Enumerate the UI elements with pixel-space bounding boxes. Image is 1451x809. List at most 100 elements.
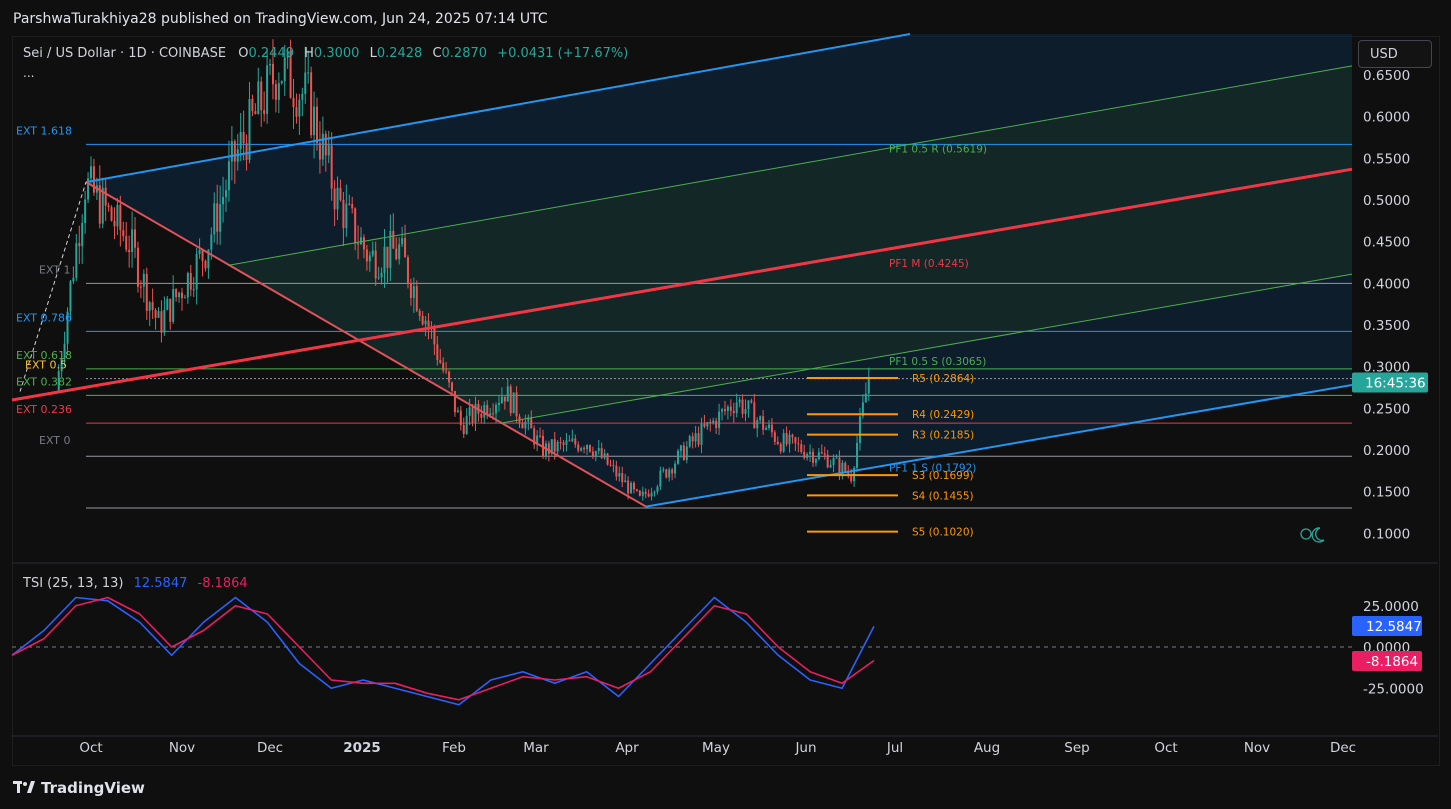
open-label: O	[238, 46, 249, 61]
candle-body	[374, 250, 377, 279]
candle-body	[509, 386, 512, 414]
candle-body	[92, 166, 95, 193]
candle-body	[659, 470, 662, 487]
candle-body	[858, 416, 861, 443]
candle-body	[368, 255, 371, 262]
candle-body	[782, 433, 785, 452]
candle-body	[386, 246, 389, 268]
candle-body	[694, 433, 697, 442]
candle-body	[794, 437, 797, 444]
candle-body	[201, 250, 204, 261]
time-tick-label: Oct	[79, 740, 102, 756]
chart-canvas[interactable]: EXT 1.618EXT 1EXT 0.786EXT 0.618EXT 0.5E…	[0, 0, 1451, 809]
low-value: 0.2428	[376, 46, 423, 61]
candle-body	[591, 451, 594, 457]
pivot-level-label: S5 (0.1020)	[912, 527, 974, 539]
candle-body	[271, 63, 274, 85]
candle-body	[131, 229, 134, 252]
candle-body	[539, 435, 542, 437]
candle-body	[867, 378, 870, 394]
candle-body	[125, 236, 128, 250]
tsi-tick-label: -25.0000	[1363, 681, 1424, 697]
close-label: C	[432, 46, 442, 61]
candle-body	[465, 415, 468, 435]
candle-body	[283, 57, 286, 82]
candle-body	[298, 99, 301, 117]
candle-body	[339, 187, 342, 200]
time-tick-label: Jun	[794, 740, 816, 756]
candle-body	[503, 396, 506, 402]
candle-body	[735, 402, 738, 414]
low-label: L	[369, 46, 377, 61]
price-tick-label: 0.2500	[1363, 401, 1410, 417]
candle-body	[603, 453, 606, 458]
candle-body	[424, 320, 427, 325]
candle-body	[650, 492, 653, 497]
candle-body	[154, 309, 157, 318]
countdown-label: 16:45:36	[1365, 375, 1426, 391]
candle-body	[700, 423, 703, 445]
candle-body	[712, 420, 715, 424]
tsi-title[interactable]: TSI (25, 13, 13)	[23, 576, 123, 591]
more-options-icon[interactable]: ...	[23, 66, 34, 80]
candle-body	[483, 404, 486, 418]
candle-body	[351, 203, 354, 209]
fib-level-label: EXT 0	[39, 434, 71, 447]
time-tick-label: 2025	[343, 740, 381, 756]
candle-body	[559, 441, 562, 443]
candle-body	[342, 199, 345, 229]
candle-body	[436, 344, 439, 361]
candle-body	[832, 458, 835, 465]
candle-body	[624, 480, 627, 483]
candle-body	[574, 438, 577, 445]
candle-body	[685, 446, 688, 460]
candle-body	[665, 469, 668, 478]
candle-body	[627, 480, 630, 494]
candle-body	[119, 204, 122, 231]
candle-body	[280, 81, 283, 84]
pivot-level-label: S4 (0.1455)	[912, 490, 974, 502]
candle-body	[706, 421, 709, 427]
pivot-level-label: R5 (0.2864)	[912, 373, 974, 385]
candle-body	[142, 273, 145, 287]
candle-body	[594, 451, 597, 457]
candle-body	[81, 222, 84, 247]
price-axis: 0.6500 0.6000 0.5500 0.5000 0.4500 0.4000 0.35…	[1352, 68, 1428, 697]
candle-body	[759, 416, 762, 421]
candle-body	[688, 436, 691, 447]
candle-body	[180, 292, 183, 299]
candle-body	[160, 311, 163, 333]
tradingview-brand: TradingView	[41, 779, 145, 797]
candle-body	[380, 272, 383, 278]
tradingview-logo[interactable]: TradingView	[13, 779, 145, 797]
candle-body	[679, 445, 682, 451]
candle-body	[644, 491, 647, 494]
candle-body	[433, 328, 436, 345]
candle-body	[318, 143, 321, 160]
candle-body	[468, 407, 471, 416]
candle-body	[219, 204, 222, 232]
price-tick-label: 0.5500	[1363, 151, 1410, 167]
candle-body	[618, 473, 621, 477]
candle-body	[762, 416, 765, 430]
candle-body	[571, 438, 574, 442]
pivot-level-label: R4 (0.2429)	[912, 409, 974, 421]
candle-body	[779, 444, 782, 452]
candle-body	[239, 131, 242, 150]
candle-body	[556, 441, 559, 452]
candle-body	[451, 382, 454, 391]
candle-body	[230, 141, 233, 162]
candle-body	[580, 448, 583, 451]
tradingview-logo-icon	[13, 779, 35, 797]
candle-body	[744, 409, 747, 414]
candle-body	[530, 417, 533, 429]
candle-body	[72, 277, 75, 282]
candle-body	[732, 410, 735, 414]
time-tick-label: Nov	[1244, 740, 1270, 756]
symbol-title[interactable]: Sei / US Dollar · 1D · COINBASE	[23, 46, 226, 61]
candle-body	[198, 250, 201, 254]
candle-body	[668, 469, 671, 478]
time-tick-label: May	[702, 740, 730, 756]
close-value: 0.2870	[441, 46, 488, 61]
currency-button[interactable]: USD	[1358, 40, 1432, 68]
